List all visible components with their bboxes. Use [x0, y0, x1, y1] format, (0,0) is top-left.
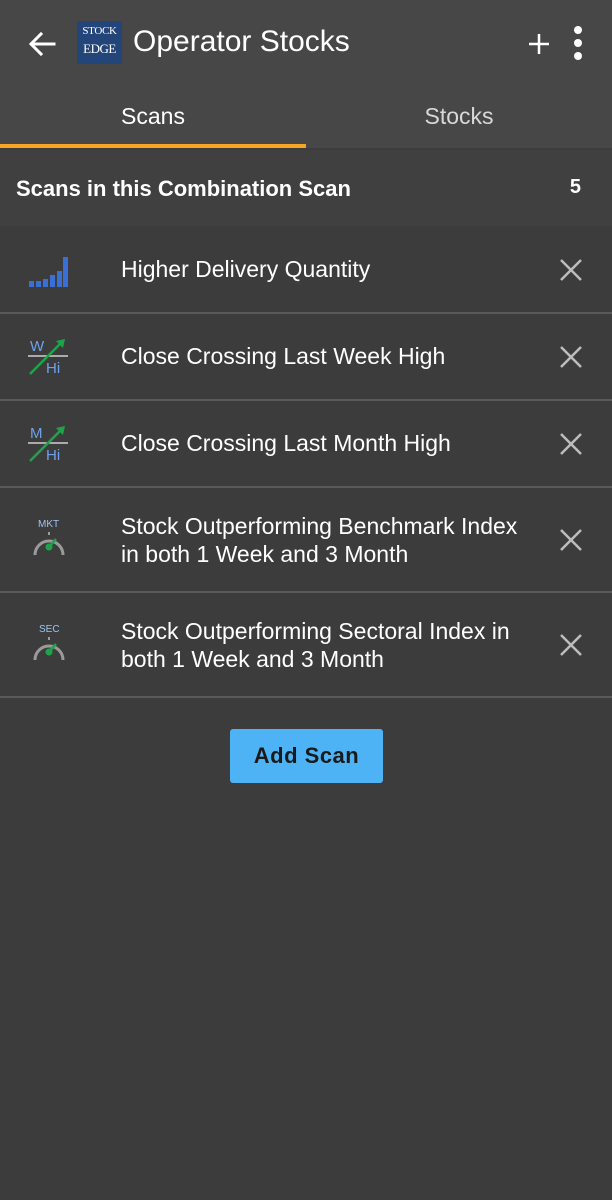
scan-label: Stock Outperforming Benchmark Index in b…	[121, 513, 518, 567]
app-bar: STOCK EDGE Operator Stocks	[0, 0, 612, 86]
scan-row-close-crossing-last-month-high[interactable]: M Hi Close Crossing Last Month High	[0, 401, 612, 488]
scan-label: Stock Outperforming Sectoral Index in bo…	[121, 618, 510, 672]
mkt-gauge-icon: MKT	[33, 519, 65, 556]
close-icon[interactable]	[556, 255, 586, 285]
arrow-left-icon[interactable]	[22, 24, 62, 64]
tab-bar: Scans Stocks	[0, 86, 612, 148]
svg-text:W: W	[30, 338, 45, 355]
svg-text:Hi: Hi	[46, 360, 60, 377]
active-tab-indicator	[0, 144, 306, 148]
scan-row-close-crossing-last-week-high[interactable]: W Hi Close Crossing Last Week High	[0, 314, 612, 401]
svg-text:MKT: MKT	[38, 519, 59, 530]
scan-label: Higher Delivery Quantity	[121, 256, 371, 282]
scan-row-higher-delivery-quantity[interactable]: Higher Delivery Quantity	[0, 227, 612, 314]
page-title: Operator Stocks	[133, 25, 350, 58]
week-high-icon: W Hi	[28, 338, 68, 377]
add-scan-button[interactable]: Add Scan	[230, 729, 383, 783]
section-title: Scans in this Combination Scan	[16, 176, 351, 201]
scan-row-outperforming-benchmark-index[interactable]: MKT Stock Outperforming Benchmark Index …	[0, 488, 612, 593]
svg-text:Hi: Hi	[46, 447, 60, 464]
tab-scans[interactable]: Scans	[0, 86, 306, 148]
close-icon[interactable]	[556, 429, 586, 459]
close-icon[interactable]	[556, 630, 586, 660]
more-vertical-icon[interactable]	[566, 24, 590, 64]
scan-label: Close Crossing Last Week High	[121, 343, 446, 369]
close-icon[interactable]	[556, 525, 586, 555]
stockedge-logo: STOCK EDGE	[77, 21, 122, 64]
svg-text:SEC: SEC	[39, 624, 60, 635]
scan-label: Close Crossing Last Month High	[121, 430, 451, 456]
section-header: Scans in this Combination Scan 5	[0, 150, 612, 226]
scan-row-outperforming-sectoral-index[interactable]: SEC Stock Outperforming Sectoral Index i…	[0, 593, 612, 698]
scan-list: Higher Delivery Quantity W Hi Close Cros…	[0, 227, 612, 698]
svg-text:M: M	[30, 425, 43, 442]
tab-stocks[interactable]: Stocks	[306, 86, 612, 148]
close-icon[interactable]	[556, 342, 586, 372]
sec-gauge-icon: SEC	[33, 624, 65, 661]
scan-count: 5	[569, 176, 581, 198]
plus-icon[interactable]	[523, 28, 555, 60]
month-high-icon: M Hi	[28, 425, 68, 464]
delivery-bars-icon	[29, 257, 68, 287]
